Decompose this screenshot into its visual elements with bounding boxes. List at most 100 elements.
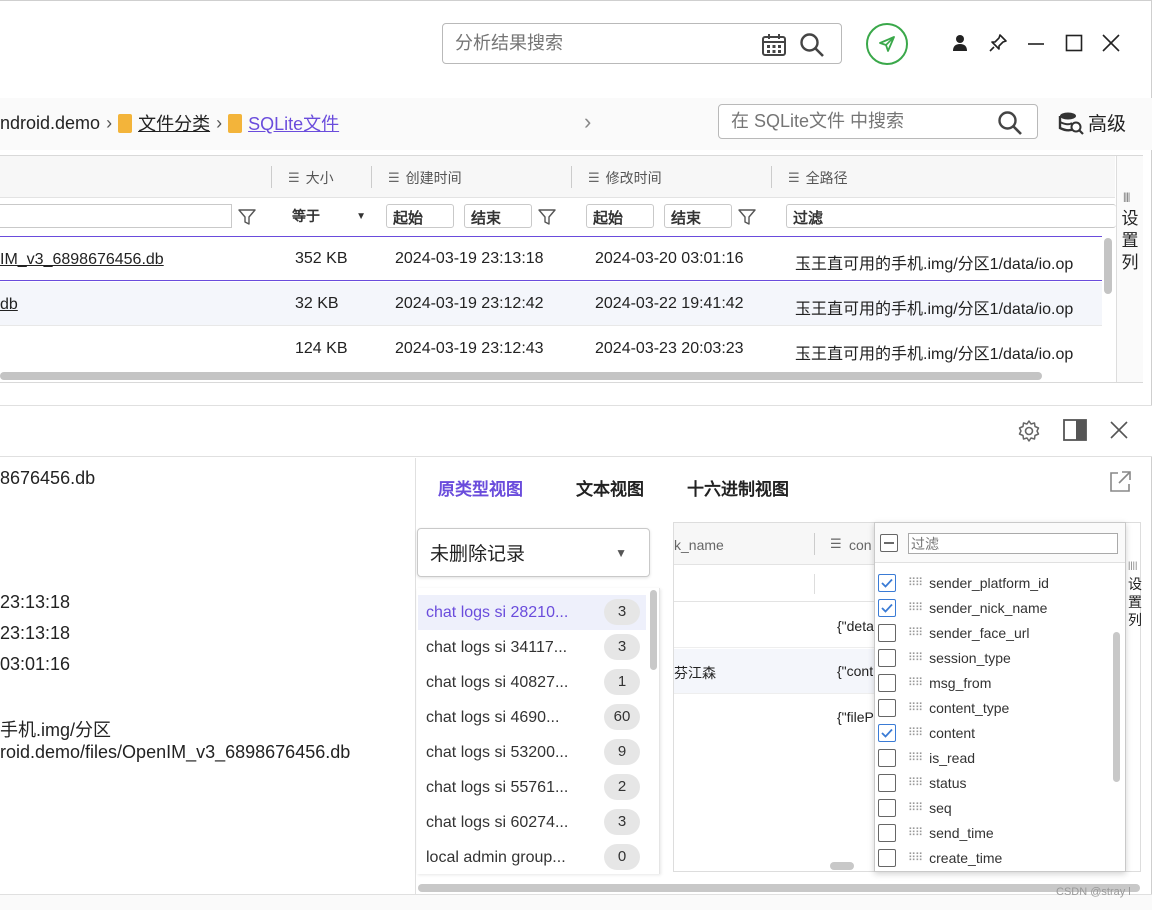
checkbox[interactable] xyxy=(878,623,896,642)
drag-handle-icon[interactable]: ⠿⠿ xyxy=(908,701,923,714)
file-name-link[interactable]: db xyxy=(0,296,18,314)
pin-icon[interactable] xyxy=(988,33,1008,53)
column-picker-item[interactable]: ⠿⠿ sender_face_url xyxy=(878,620,1030,645)
scope-search[interactable] xyxy=(718,104,1038,139)
column-picker-item[interactable]: ⠿⠿ msg_from xyxy=(878,670,991,695)
modified-start-input[interactable]: 起始 xyxy=(586,204,654,228)
advanced-search-button[interactable]: 高级 xyxy=(1058,109,1126,136)
checked-checkbox[interactable] xyxy=(878,573,896,592)
drag-handle-icon[interactable]: ⠿⠿ xyxy=(908,626,923,639)
created-start-input[interactable]: 起始 xyxy=(386,204,454,228)
drag-handle-icon[interactable]: ⠿⠿ xyxy=(908,726,923,739)
column-header-created[interactable]: ☰ 创建时间 xyxy=(388,168,462,188)
list-item[interactable]: chat logs si 4690... 60 xyxy=(418,700,646,735)
rocket-button[interactable] xyxy=(866,23,908,65)
record-type-select[interactable]: 未删除记录 ▼ xyxy=(417,528,650,577)
list-scrollbar[interactable] xyxy=(650,590,657,670)
close-icon[interactable] xyxy=(1101,33,1121,53)
checkbox[interactable] xyxy=(878,798,896,817)
list-item[interactable]: chat logs si 60274... 3 xyxy=(418,805,646,840)
tab-text-view[interactable]: 文本视图 xyxy=(576,475,644,500)
filter-icon[interactable] xyxy=(538,208,556,226)
list-item[interactable]: chat logs si 34117... 3 xyxy=(418,630,646,665)
filter-icon[interactable] xyxy=(238,208,256,226)
tab-hex-view[interactable]: 十六进制视图 xyxy=(687,475,789,500)
settings-char: 列 xyxy=(1121,253,1139,272)
column-picker-item[interactable]: ⠿⠿ sender_nick_name xyxy=(878,595,1047,620)
column-picker-item[interactable]: ⠿⠿ create_time xyxy=(878,845,1002,870)
drag-handle-icon[interactable]: ⠿⠿ xyxy=(908,676,923,689)
grid-hscroll[interactable] xyxy=(830,862,854,870)
checkbox[interactable] xyxy=(878,698,896,717)
select-all-checkbox[interactable] xyxy=(880,534,898,552)
created-end-input[interactable]: 结束 xyxy=(464,204,532,228)
maximize-icon[interactable] xyxy=(1065,34,1083,52)
column-picker-item[interactable]: ⠿⠿ content xyxy=(878,720,975,745)
search-icon[interactable] xyxy=(997,110,1023,136)
minimize-icon[interactable] xyxy=(1027,42,1045,46)
tab-native-view[interactable]: 原类型视图 xyxy=(438,475,523,500)
vertical-scrollbar[interactable] xyxy=(1104,238,1112,294)
breadcrumb-next-icon[interactable]: › xyxy=(584,109,591,135)
search-icon[interactable] xyxy=(799,32,825,58)
checkbox[interactable] xyxy=(878,773,896,792)
checkbox[interactable] xyxy=(878,673,896,692)
horizontal-scrollbar[interactable] xyxy=(0,372,1042,380)
drag-handle-icon[interactable]: ⠿⠿ xyxy=(908,776,923,789)
drag-handle-icon[interactable]: ⠿⠿ xyxy=(908,601,923,614)
drag-handle-icon[interactable]: ⠿⠿ xyxy=(908,751,923,764)
scope-search-input[interactable] xyxy=(731,111,981,132)
list-item[interactable]: chat logs si 55761... 2 xyxy=(418,770,646,805)
bottom-horizontal-scrollbar[interactable] xyxy=(418,884,1140,892)
checked-checkbox[interactable] xyxy=(878,723,896,742)
path-filter-input[interactable]: 过滤 xyxy=(786,204,1116,228)
drag-handle-icon[interactable]: ⠿⠿ xyxy=(908,826,923,839)
checkbox[interactable] xyxy=(878,748,896,767)
column-picker-item[interactable]: ⠿⠿ status xyxy=(878,770,966,795)
name-filter-input[interactable] xyxy=(0,204,232,228)
close-icon[interactable] xyxy=(1109,420,1129,440)
list-item[interactable]: chat logs si 53200... 9 xyxy=(418,735,646,770)
picker-settings-column[interactable]: |||| 设 置 列 xyxy=(1126,545,1142,645)
breadcrumb-item-sqlite[interactable]: SQLite文件 xyxy=(248,110,339,136)
file-name-link[interactable]: IM_v3_6898676456.db xyxy=(0,251,164,269)
column-picker-item[interactable]: ⠿⠿ send_time xyxy=(878,820,994,845)
column-filter-input[interactable] xyxy=(908,533,1118,554)
external-open-icon[interactable] xyxy=(1108,470,1132,494)
grid-column-header[interactable]: k_name xyxy=(674,537,724,553)
checkbox[interactable] xyxy=(878,848,896,867)
drag-handle-icon[interactable]: ⠿⠿ xyxy=(908,851,923,864)
checkbox[interactable] xyxy=(878,823,896,842)
column-picker-item[interactable]: ⠿⠿ seq xyxy=(878,795,952,820)
drag-handle-icon[interactable]: ⠿⠿ xyxy=(908,576,923,589)
gear-icon[interactable] xyxy=(1017,419,1041,443)
filter-icon[interactable] xyxy=(738,208,756,226)
column-picker-item[interactable]: ⠿⠿ sender_platform_id xyxy=(878,570,1049,595)
list-item[interactable]: local admin group... 0 xyxy=(418,840,646,875)
column-picker-label: sender_nick_name xyxy=(929,599,1048,616)
column-picker-item[interactable]: ⠿⠿ session_type xyxy=(878,645,1011,670)
drag-handle-icon[interactable]: ⠿⠿ xyxy=(908,801,923,814)
checked-checkbox[interactable] xyxy=(878,598,896,617)
global-search-input[interactable] xyxy=(455,33,745,54)
global-search[interactable] xyxy=(442,23,842,64)
column-picker-item[interactable]: ⠿⠿ is_read xyxy=(878,745,975,770)
calendar-icon[interactable] xyxy=(761,33,787,57)
list-item[interactable]: chat logs si 40827... 1 xyxy=(418,665,646,700)
column-header-modified[interactable]: ☰ 修改时间 xyxy=(588,168,662,188)
list-item[interactable]: chat logs si 28210... 3 xyxy=(418,595,646,630)
column-picker-item[interactable]: ⠿⠿ content_type xyxy=(878,695,1009,720)
column-header-size[interactable]: ☰ 大小 xyxy=(288,168,334,188)
size-operator-select[interactable]: 等于 ▼ xyxy=(284,204,370,228)
table-column-settings[interactable]: |||| 设 置 列 xyxy=(1116,156,1143,382)
checkbox[interactable] xyxy=(878,648,896,667)
split-view-icon[interactable] xyxy=(1063,419,1087,441)
grid-column-header[interactable]: con xyxy=(849,537,872,553)
breadcrumb-item-app[interactable]: ndroid.demo xyxy=(0,113,100,134)
picker-scrollbar[interactable] xyxy=(1113,632,1120,782)
drag-handle-icon[interactable]: ⠿⠿ xyxy=(908,651,923,664)
user-icon[interactable] xyxy=(951,34,969,52)
breadcrumb-item-category[interactable]: 文件分类 xyxy=(138,110,210,136)
column-header-path[interactable]: ☰ 全路径 xyxy=(788,168,848,188)
modified-end-input[interactable]: 结束 xyxy=(664,204,732,228)
